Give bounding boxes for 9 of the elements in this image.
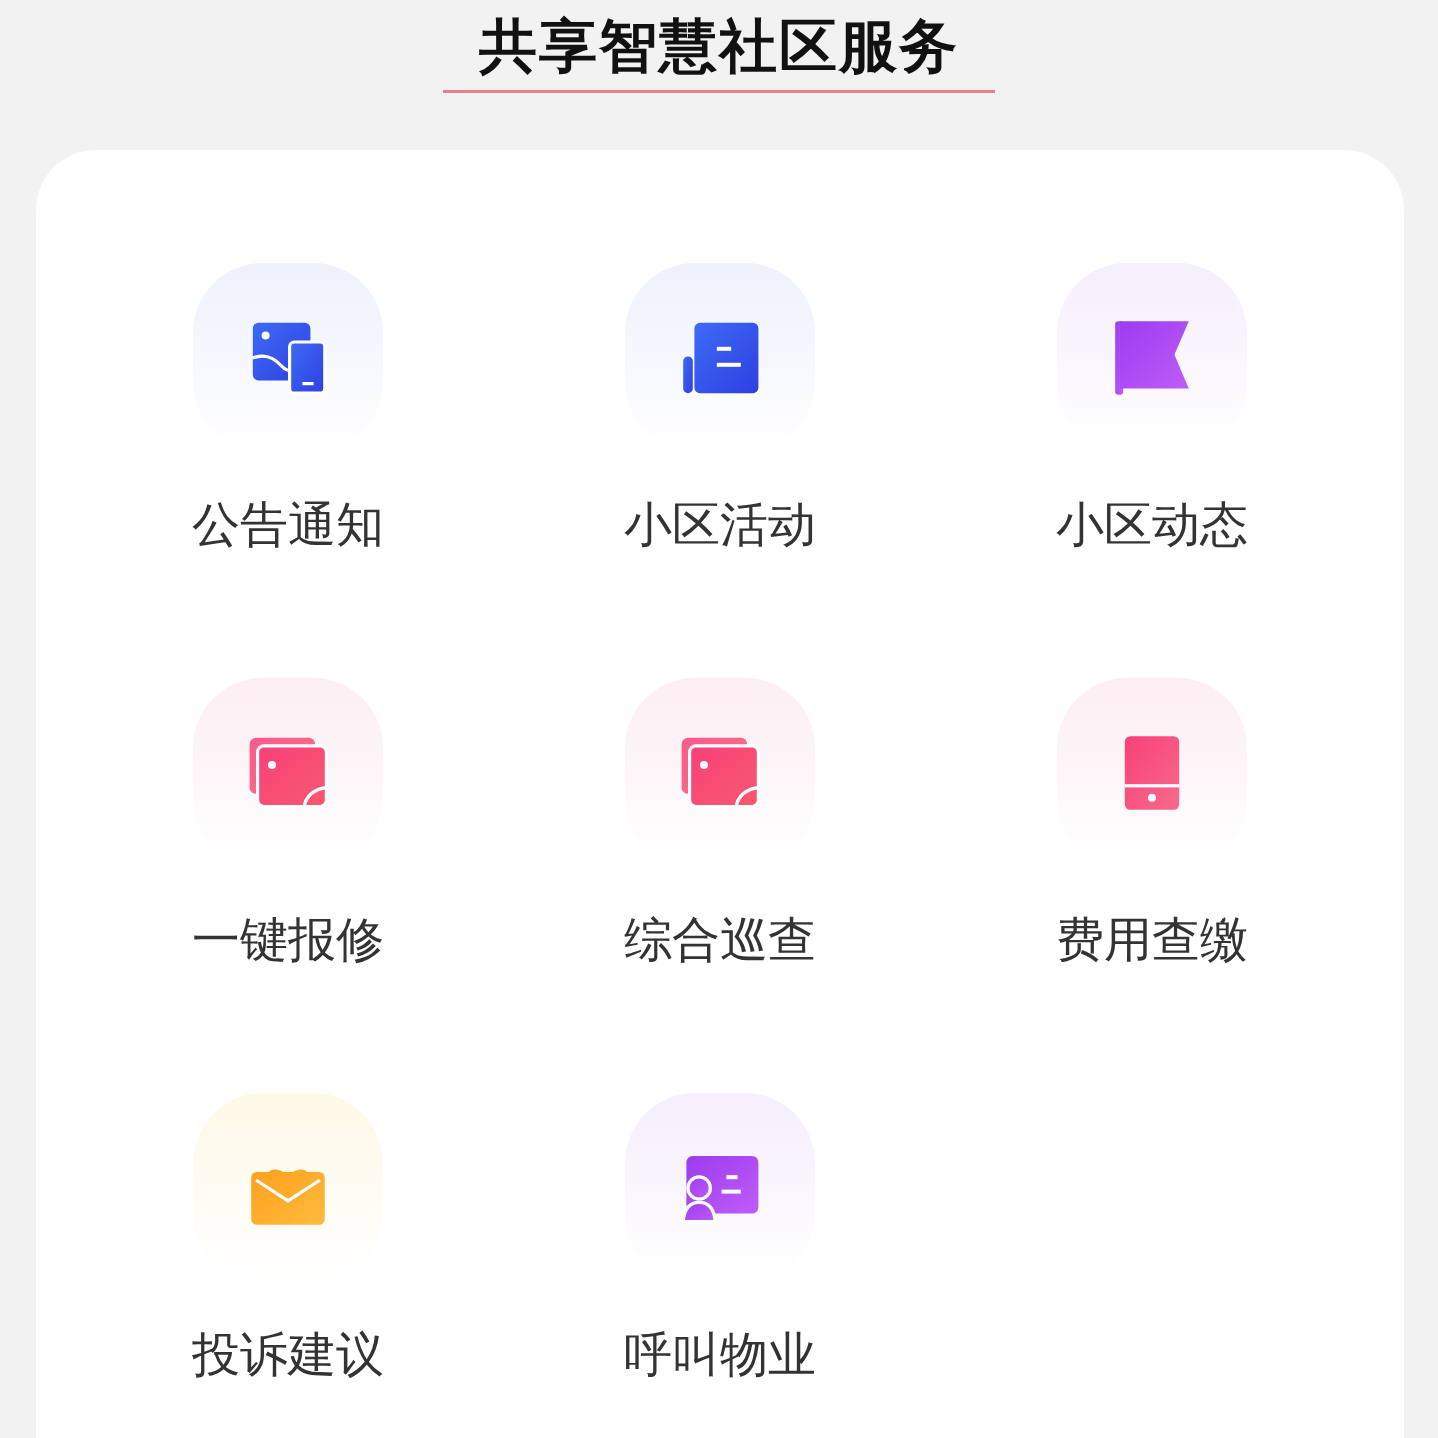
service-label[interactable]: 小区活动 — [624, 493, 816, 555]
service-label[interactable]: 小区动态 — [1056, 493, 1248, 555]
service-label[interactable]: 综合巡查 — [624, 908, 816, 970]
service-label[interactable]: 费用查缴 — [1056, 908, 1248, 970]
section-title: 共享智慧社区服务 — [479, 11, 959, 82]
service-label[interactable]: 呼叫物业 — [624, 1323, 816, 1385]
service-label[interactable]: 一键报修 — [192, 908, 384, 970]
service-label[interactable]: 投诉建议 — [192, 1323, 384, 1385]
service-label[interactable]: 公告通知 — [192, 493, 384, 555]
